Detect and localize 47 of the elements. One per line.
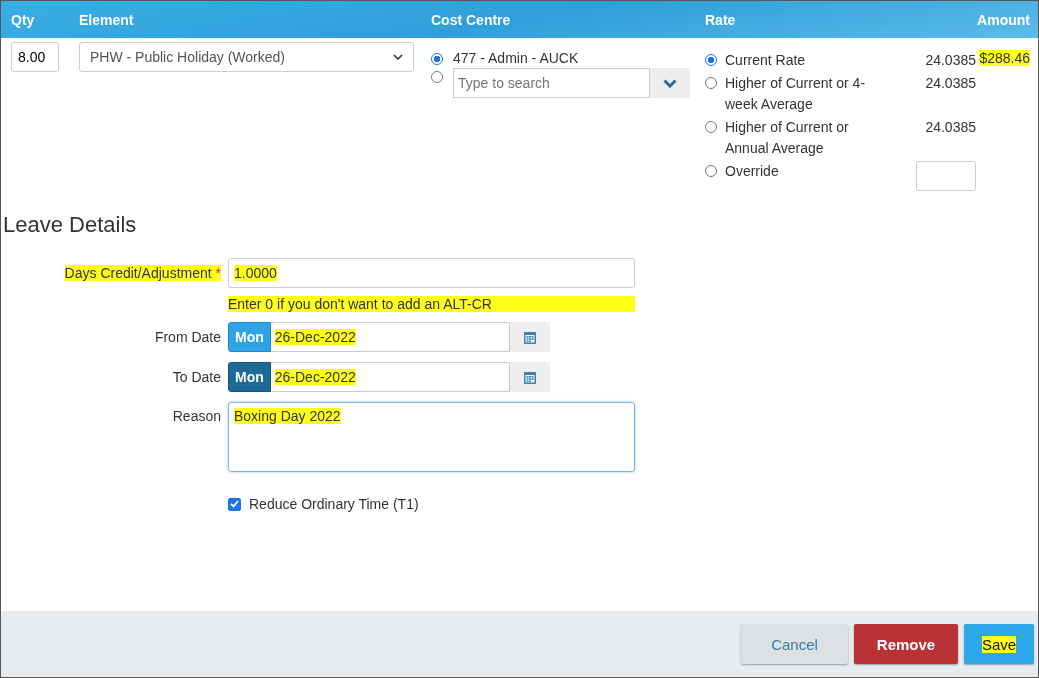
date-field[interactable]: 26-Dec-2022 [270, 322, 510, 352]
qty-field[interactable]: 8.00 [11, 42, 59, 72]
rate-value: 24.0385 [924, 51, 976, 70]
field-label: Days Credit/Adjustment * [64, 265, 221, 281]
calendar-icon [524, 370, 536, 384]
hint-text: Enter 0 if you don't want to add an ALT-CR [228, 296, 635, 312]
radio-button[interactable] [705, 165, 717, 177]
column-header: Amount [976, 11, 1030, 28]
checkbox-label: Reduce Ordinary Time (T1) [249, 496, 419, 512]
radio-button[interactable] [431, 53, 443, 65]
column-header: Cost Centre [431, 11, 512, 28]
calendar-icon [524, 330, 536, 344]
rate-option: Current Rate [725, 50, 875, 71]
days-credit-field[interactable]: 1.0000 [228, 258, 635, 288]
radio-button[interactable] [431, 71, 443, 83]
rate-option: Override [725, 161, 875, 182]
action-button[interactable]: Cancel [741, 624, 848, 664]
column-header: Rate [705, 11, 737, 28]
date-field[interactable]: 26-Dec-2022 [270, 362, 510, 392]
override-field[interactable] [916, 161, 976, 191]
calendar-button[interactable] [510, 322, 550, 352]
chevron-down-icon [393, 54, 403, 60]
rate-option: Higher of Current or Annual Average [725, 117, 875, 159]
radio-button[interactable] [705, 121, 717, 133]
rate-option: Higher of Current or 4-week Average [725, 73, 875, 115]
chevron-down-icon [663, 78, 677, 88]
column-header: Qty [11, 11, 36, 28]
section-title: Leave Details [3, 212, 138, 238]
action-button[interactable]: Save [964, 624, 1034, 664]
field-label: Reason [172, 408, 221, 424]
field-label: From Date [154, 329, 221, 345]
radio-button[interactable] [705, 77, 717, 89]
day-button[interactable]: Mon [228, 362, 271, 392]
checkbox[interactable] [228, 497, 241, 511]
dropdown-button[interactable] [650, 68, 690, 98]
reason-field[interactable]: Boxing Day 2022 [228, 402, 635, 472]
radio-button[interactable] [705, 54, 717, 66]
field-label: To Date [172, 369, 221, 385]
rate-value: 24.0385 [924, 118, 976, 137]
column-header: Element [79, 11, 135, 28]
calendar-button[interactable] [510, 362, 550, 392]
amount-value: $288.46 [979, 50, 1030, 66]
cost-centre-option: 477 - Admin - AUCK [453, 50, 579, 66]
rate-value: 24.0385 [924, 74, 976, 93]
element-dropdown[interactable]: PHW - Public Holiday (Worked) [79, 42, 414, 72]
search-field[interactable]: Type to search [453, 68, 650, 98]
action-button[interactable]: Remove [854, 624, 958, 664]
